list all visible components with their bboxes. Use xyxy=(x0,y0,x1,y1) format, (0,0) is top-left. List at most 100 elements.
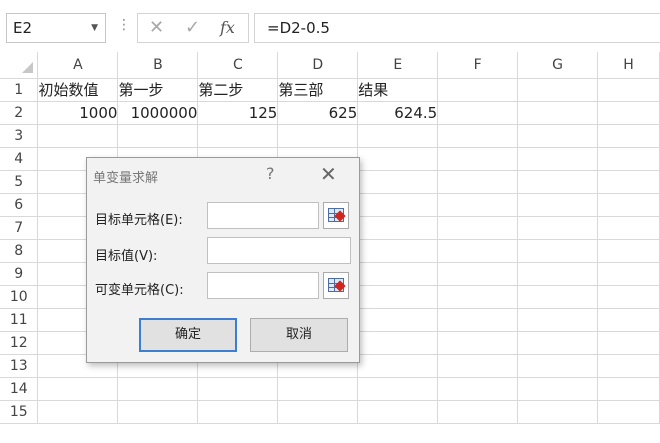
cell[interactable] xyxy=(357,192,439,217)
cell[interactable] xyxy=(517,146,598,171)
cell[interactable] xyxy=(437,284,519,309)
row-header-11[interactable]: 11 xyxy=(0,307,39,332)
cell[interactable] xyxy=(357,238,439,263)
cell[interactable] xyxy=(517,284,598,309)
cell[interactable] xyxy=(517,307,598,332)
cell[interactable] xyxy=(37,399,119,424)
cell[interactable] xyxy=(597,376,660,401)
cell[interactable] xyxy=(437,215,519,240)
formula-input[interactable]: =D2-0.5 xyxy=(254,13,660,43)
cell[interactable] xyxy=(437,353,519,378)
row-header-4[interactable]: 4 xyxy=(0,146,39,171)
cell[interactable] xyxy=(437,330,519,355)
cell[interactable] xyxy=(117,399,199,424)
cell[interactable] xyxy=(357,353,439,378)
row-header-5[interactable]: 5 xyxy=(0,169,39,194)
row-header-1[interactable]: 1 xyxy=(0,77,39,102)
cell-h2[interactable] xyxy=(597,100,660,125)
row-header-14[interactable]: 14 xyxy=(0,376,39,401)
cell[interactable] xyxy=(517,192,598,217)
cell[interactable] xyxy=(357,146,439,171)
cell[interactable] xyxy=(597,146,660,171)
cell[interactable] xyxy=(357,123,439,148)
ok-button[interactable]: 确定 xyxy=(139,318,237,352)
column-header-b[interactable]: B xyxy=(117,52,199,79)
cell[interactable] xyxy=(597,261,660,286)
cell[interactable] xyxy=(597,192,660,217)
cell-f1[interactable] xyxy=(437,77,519,102)
cell[interactable] xyxy=(197,399,279,424)
row-header-7[interactable]: 7 xyxy=(0,215,39,240)
cell[interactable] xyxy=(357,261,439,286)
cell[interactable] xyxy=(197,123,279,148)
cell[interactable] xyxy=(437,376,519,401)
cell[interactable] xyxy=(597,307,660,332)
cell[interactable] xyxy=(437,307,519,332)
cell[interactable] xyxy=(117,376,199,401)
column-header-g[interactable]: G xyxy=(517,52,598,79)
row-header-9[interactable]: 9 xyxy=(0,261,39,286)
cell[interactable] xyxy=(437,192,519,217)
check-icon[interactable]: ✓ xyxy=(185,17,200,38)
cell-e1[interactable]: 结果 xyxy=(357,77,439,102)
column-header-e[interactable]: E xyxy=(357,52,439,79)
cell-g2[interactable] xyxy=(517,100,598,125)
column-header-c[interactable]: C xyxy=(197,52,279,79)
cell[interactable] xyxy=(597,215,660,240)
cell[interactable] xyxy=(597,169,660,194)
insert-function-icon[interactable]: fx xyxy=(220,18,235,37)
changing-cell-ref-button[interactable] xyxy=(323,272,349,299)
set-cell-input[interactable] xyxy=(207,202,319,229)
cell-a1[interactable]: 初始数值 xyxy=(37,77,119,102)
changing-cell-input[interactable] xyxy=(207,272,319,299)
cell[interactable] xyxy=(597,238,660,263)
cell[interactable] xyxy=(437,146,519,171)
cell[interactable] xyxy=(597,399,660,424)
row-header-8[interactable]: 8 xyxy=(0,238,39,263)
cell[interactable] xyxy=(357,330,439,355)
cell-f2[interactable] xyxy=(437,100,519,125)
cell[interactable] xyxy=(357,284,439,309)
chevron-down-icon[interactable]: ▼ xyxy=(91,14,98,42)
row-header-15[interactable]: 15 xyxy=(0,399,39,424)
column-header-f[interactable]: F xyxy=(437,52,519,79)
cell[interactable] xyxy=(517,261,598,286)
column-header-a[interactable]: A xyxy=(37,52,119,79)
cell[interactable] xyxy=(277,399,359,424)
cell[interactable] xyxy=(117,123,199,148)
cell-g1[interactable] xyxy=(517,77,598,102)
cell[interactable] xyxy=(357,307,439,332)
cell-c1[interactable]: 第二步 xyxy=(197,77,279,102)
cell[interactable] xyxy=(357,399,439,424)
row-header-6[interactable]: 6 xyxy=(0,192,39,217)
cell[interactable] xyxy=(597,284,660,309)
cell[interactable] xyxy=(517,330,598,355)
row-header-3[interactable]: 3 xyxy=(0,123,39,148)
cell[interactable] xyxy=(437,169,519,194)
close-icon[interactable]: ✕ xyxy=(149,17,164,38)
column-header-h[interactable]: H xyxy=(597,52,660,79)
row-header-2[interactable]: 2 xyxy=(0,100,39,125)
cell-e2[interactable]: 624.5 xyxy=(357,100,439,125)
cell-b2[interactable]: 1000000 xyxy=(117,100,199,125)
cell[interactable] xyxy=(597,353,660,378)
cell[interactable] xyxy=(37,376,119,401)
cell[interactable] xyxy=(517,169,598,194)
cell-d2[interactable]: 625 xyxy=(277,100,359,125)
cell[interactable] xyxy=(517,353,598,378)
cell-a2[interactable]: 1000 xyxy=(37,100,119,125)
cell[interactable] xyxy=(357,169,439,194)
cell[interactable] xyxy=(517,238,598,263)
cell[interactable] xyxy=(197,376,279,401)
cell[interactable] xyxy=(277,123,359,148)
help-icon[interactable]: ? xyxy=(266,164,275,183)
select-all-corner[interactable] xyxy=(0,52,39,79)
cell[interactable] xyxy=(37,123,119,148)
cell[interactable] xyxy=(357,376,439,401)
column-header-d[interactable]: D xyxy=(277,52,359,79)
cell-d1[interactable]: 第三部 xyxy=(277,77,359,102)
cell[interactable] xyxy=(437,123,519,148)
name-box[interactable]: E2 ▼ xyxy=(6,13,106,43)
cell[interactable] xyxy=(597,330,660,355)
cell[interactable] xyxy=(277,376,359,401)
